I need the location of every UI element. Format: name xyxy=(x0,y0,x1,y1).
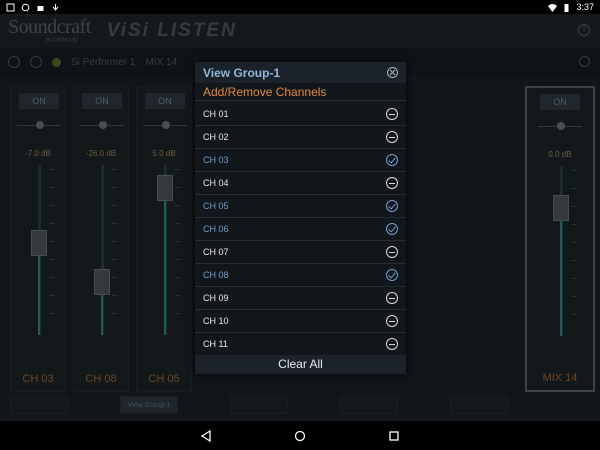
minus-circle-icon[interactable] xyxy=(386,246,398,258)
back-nav-icon[interactable] xyxy=(199,429,213,443)
channel-name: CH 07 xyxy=(203,247,229,257)
dialog-header: View Group-1 xyxy=(195,62,406,83)
home-nav-icon[interactable] xyxy=(293,429,307,443)
channel-row[interactable]: CH 06 xyxy=(195,218,406,241)
channel-name: CH 03 xyxy=(203,155,229,165)
android-icon xyxy=(36,3,45,12)
check-circle-icon[interactable] xyxy=(386,200,398,212)
sync-icon xyxy=(21,3,30,12)
check-circle-icon[interactable] xyxy=(386,154,398,166)
channel-name: CH 09 xyxy=(203,293,229,303)
channel-row[interactable]: CH 08 xyxy=(195,264,406,287)
check-circle-icon[interactable] xyxy=(386,269,398,281)
check-circle-icon[interactable] xyxy=(386,223,398,235)
close-icon[interactable] xyxy=(387,67,398,78)
channel-name: CH 04 xyxy=(203,178,229,188)
channel-row[interactable]: CH 03 xyxy=(195,149,406,172)
clear-all-button[interactable]: Clear All xyxy=(195,355,406,374)
channel-name: CH 06 xyxy=(203,224,229,234)
android-nav-bar xyxy=(0,421,600,450)
minus-circle-icon[interactable] xyxy=(386,315,398,327)
channel-name: CH 11 xyxy=(203,339,228,349)
channel-row[interactable]: CH 10 xyxy=(195,310,406,333)
notification-icon xyxy=(6,3,15,12)
dialog-subtitle: Add/Remove Channels xyxy=(195,83,406,101)
minus-circle-icon[interactable] xyxy=(386,177,398,189)
channel-row[interactable]: CH 07 xyxy=(195,241,406,264)
minus-circle-icon[interactable] xyxy=(386,131,398,143)
download-icon xyxy=(51,3,60,12)
channel-row[interactable]: CH 05 xyxy=(195,195,406,218)
dialog-title: View Group-1 xyxy=(203,65,281,80)
channel-name: CH 02 xyxy=(203,132,229,142)
channel-row[interactable]: CH 02 xyxy=(195,126,406,149)
view-group-dialog: View Group-1 Add/Remove Channels CH 01 CH… xyxy=(195,62,406,374)
status-bar: 3:37 xyxy=(0,0,600,14)
wifi-icon xyxy=(548,3,558,12)
status-time: 3:37 xyxy=(576,2,594,12)
minus-circle-icon[interactable] xyxy=(386,108,398,120)
channel-name: CH 10 xyxy=(203,316,229,326)
channel-row[interactable]: CH 04 xyxy=(195,172,406,195)
channel-list: CH 01 CH 02 CH 03 CH 04 CH 05 CH 06 CH 07 CH 08… xyxy=(195,103,406,356)
channel-row[interactable]: CH 09 xyxy=(195,287,406,310)
battery-icon xyxy=(562,3,571,12)
channel-row[interactable]: CH 01 xyxy=(195,103,406,126)
channel-name: CH 08 xyxy=(203,270,229,280)
channel-name: CH 05 xyxy=(203,201,229,211)
recents-nav-icon[interactable] xyxy=(387,429,401,443)
channel-name: CH 01 xyxy=(203,109,229,119)
minus-circle-icon[interactable] xyxy=(386,292,398,304)
channel-row[interactable]: CH 11 xyxy=(195,333,406,356)
minus-circle-icon[interactable] xyxy=(386,338,398,350)
